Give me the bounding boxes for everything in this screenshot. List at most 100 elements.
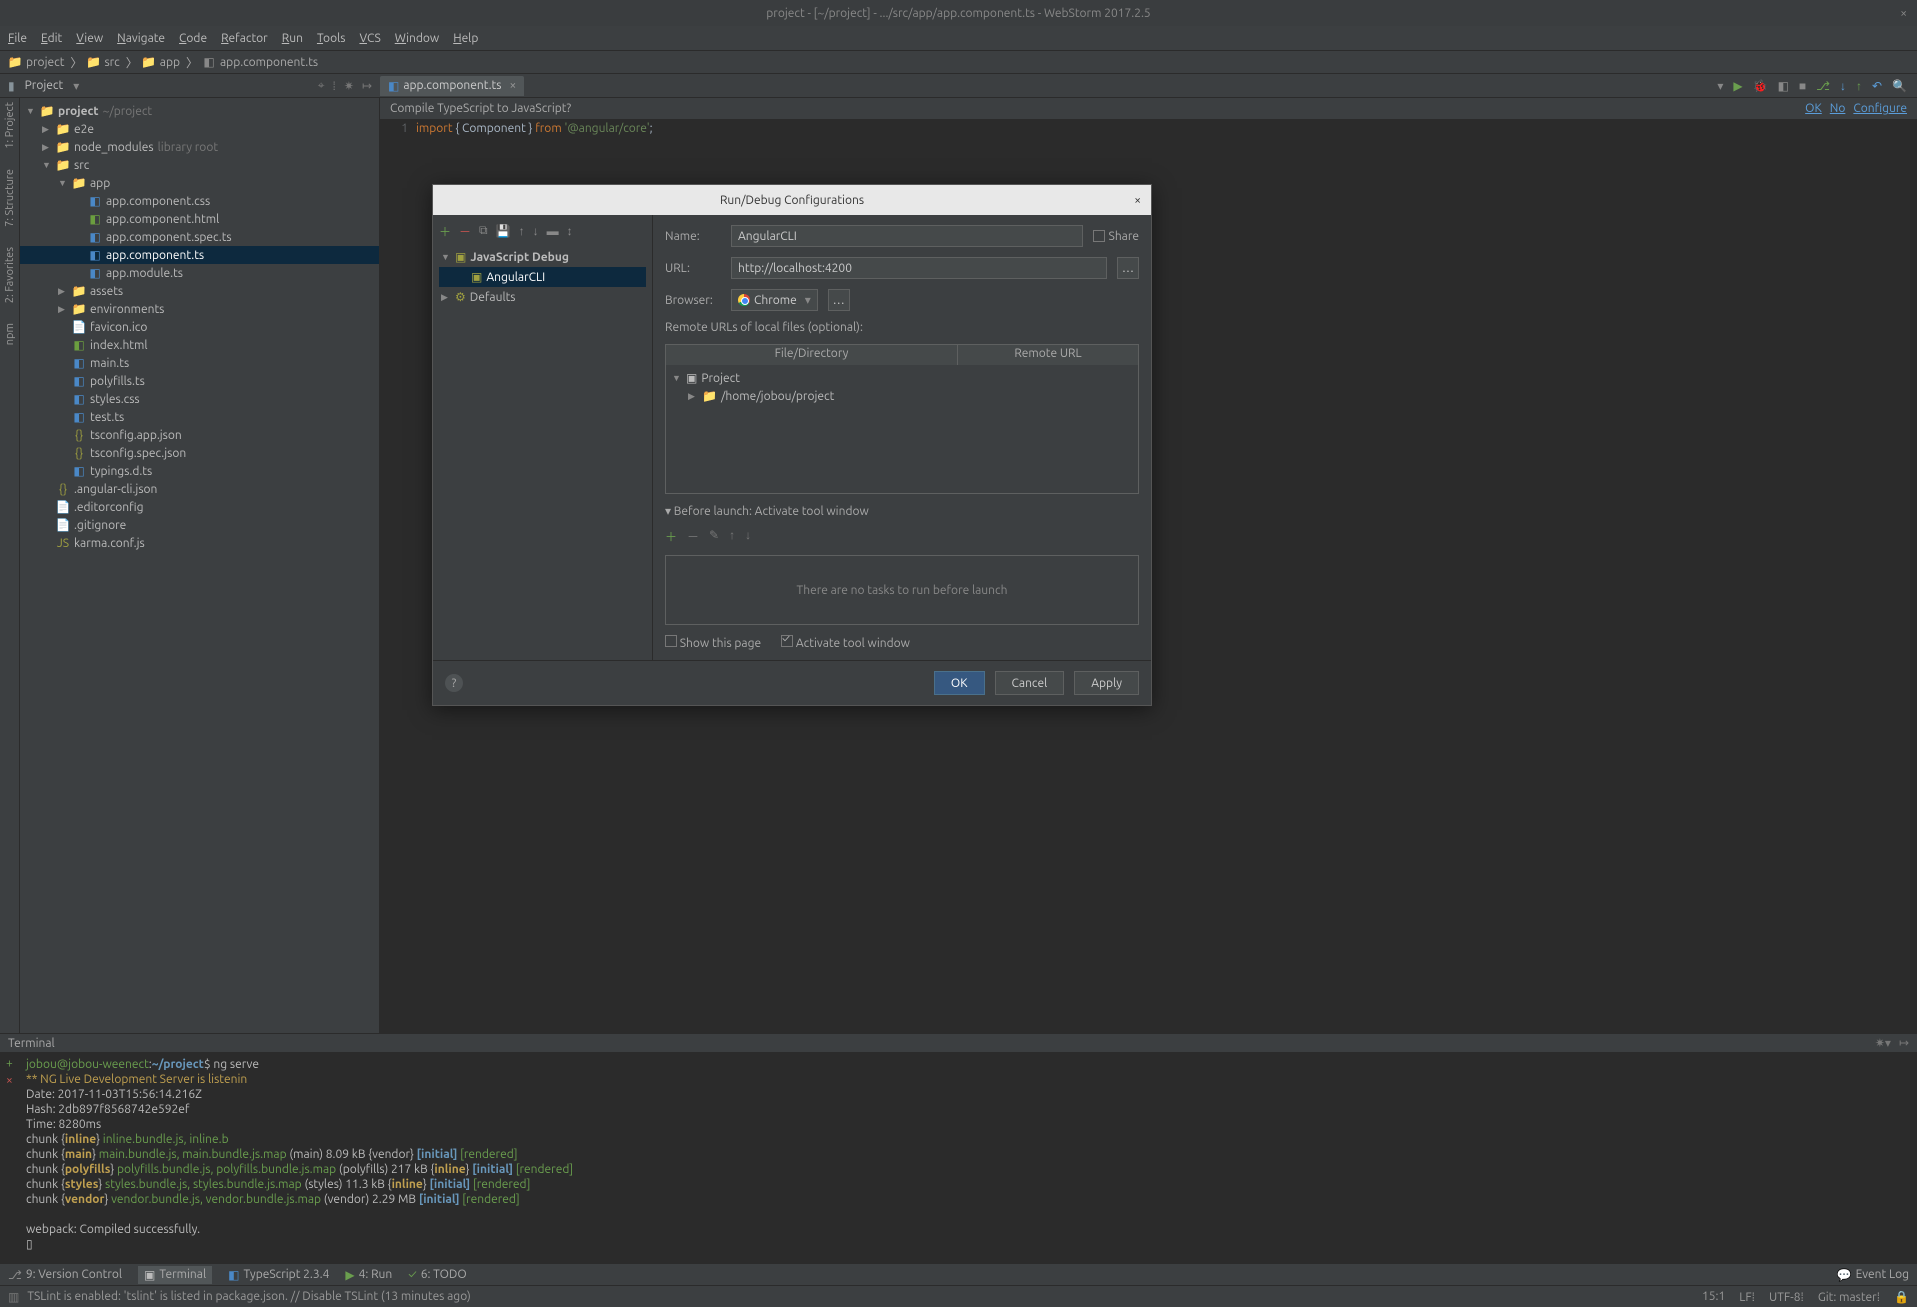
breadcrumb-project[interactable]: 📁project [8, 55, 64, 69]
dialog-close-icon[interactable]: × [1134, 194, 1141, 207]
event-log-button[interactable]: 💬Event Log [1837, 1268, 1909, 1282]
tool-6--todo[interactable]: ✓6: TODO [408, 1268, 466, 1281]
status-15-1[interactable]: 15:1 [1702, 1290, 1725, 1304]
window-close-icon[interactable]: × [1900, 7, 1907, 20]
tree-item--editorconfig[interactable]: 📄.editorconfig [20, 498, 379, 516]
folder-icon[interactable]: ▬ [547, 224, 559, 238]
tree-item-node-modules[interactable]: ▶📁node_modules library root [20, 138, 379, 156]
menu-vcs[interactable]: VCS [359, 32, 380, 45]
git-branch-icon[interactable]: ⎇ [1816, 79, 1830, 93]
before-launch-section[interactable]: ▾ Before launch: Activate tool window [665, 504, 1139, 518]
tool-typescript-2-3-4[interactable]: ◧TypeScript 2.3.4 [228, 1268, 329, 1282]
tree-item-tsconfig-app-json[interactable]: {}tsconfig.app.json [20, 426, 379, 444]
remote-row-project[interactable]: ▼▣Project [670, 369, 1134, 387]
tool-4--run[interactable]: ▶4: Run [345, 1268, 392, 1282]
menu-help[interactable]: Help [453, 32, 478, 45]
tree-item-styles-css[interactable]: ◧styles.css [20, 390, 379, 408]
menu-code[interactable]: Code [179, 32, 207, 45]
menu-navigate[interactable]: Navigate [117, 32, 165, 45]
lock-icon[interactable]: 🔒 [1894, 1290, 1909, 1304]
tree-item-karma-conf-js[interactable]: JSkarma.conf.js [20, 534, 379, 552]
target-icon[interactable]: ⌖ [318, 79, 325, 93]
apply-button[interactable]: Apply [1074, 671, 1139, 695]
tree-item-environments[interactable]: ▶📁environments [20, 300, 379, 318]
editor-tab-app-component[interactable]: ◧ app.component.ts × [380, 76, 524, 96]
debug-icon[interactable]: 🐞 [1753, 79, 1768, 93]
breadcrumb-app.component.ts[interactable]: 〉 ◧app.component.ts [186, 54, 318, 71]
git-push-icon[interactable]: ↑ [1856, 79, 1862, 93]
tool-9--version-control[interactable]: ⎇9: Version Control [8, 1268, 122, 1282]
compile-link-configure[interactable]: Configure [1853, 102, 1907, 115]
bl-down-icon[interactable]: ↓ [745, 528, 751, 545]
cancel-button[interactable]: Cancel [995, 671, 1065, 695]
bl-remove-icon[interactable]: － [687, 528, 699, 545]
compile-link-ok[interactable]: OK [1805, 102, 1822, 115]
bl-up-icon[interactable]: ↑ [729, 528, 735, 545]
project-view-icon[interactable]: ▮ [8, 79, 15, 93]
tree-item-app-component-ts[interactable]: ◧app.component.ts [20, 246, 379, 264]
collapse-icon[interactable]: ⁞ [333, 79, 336, 93]
coverage-icon[interactable]: ◧ [1778, 79, 1789, 93]
search-icon[interactable]: 🔍 [1892, 79, 1907, 93]
breadcrumb-src[interactable]: 〉 📁src [70, 54, 119, 71]
git-pull-icon[interactable]: ↓ [1840, 79, 1846, 93]
code-editor[interactable]: 1 import { Component } from '@angular/co… [380, 120, 1917, 135]
remove-config-icon[interactable]: － [459, 223, 471, 240]
name-input[interactable] [731, 225, 1083, 247]
menu-view[interactable]: View [76, 32, 103, 45]
browser-more-button[interactable]: … [828, 289, 850, 311]
terminal-panel[interactable]: + × jobou@jobou-weenect:~/project$ ng se… [0, 1053, 1917, 1263]
status-git--master-[interactable]: Git: master⁞ [1818, 1290, 1880, 1304]
menu-tools[interactable]: Tools [317, 32, 346, 45]
tree-item-app-module-ts[interactable]: ◧app.module.ts [20, 264, 379, 282]
share-checkbox[interactable] [1093, 230, 1105, 242]
help-icon[interactable]: ? [445, 674, 463, 692]
gear-icon[interactable]: ✷ [344, 79, 354, 93]
tree-item-app-component-css[interactable]: ◧app.component.css [20, 192, 379, 210]
tree-root[interactable]: ▼📁project ~/project [20, 102, 379, 120]
tree-item-typings-d-ts[interactable]: ◧typings.d.ts [20, 462, 379, 480]
activate-tool-window-check[interactable]: Activate tool window [781, 635, 910, 650]
copy-config-icon[interactable]: ⧉ [479, 224, 488, 238]
remote-row--home-jobou-project[interactable]: ▶📁/home/jobou/project [670, 387, 1134, 405]
tree-item-app[interactable]: ▼📁app [20, 174, 379, 192]
menu-file[interactable]: File [8, 32, 27, 45]
status-lf-[interactable]: LF⁞ [1739, 1290, 1755, 1304]
url-browse-button[interactable]: … [1117, 257, 1139, 279]
bl-edit-icon[interactable]: ✎ [709, 528, 719, 545]
dropdown-icon[interactable]: ▾ [73, 79, 79, 93]
hide-icon[interactable]: ↦ [362, 79, 372, 93]
add-config-icon[interactable]: ＋ [439, 223, 451, 240]
gutter-2--favorites[interactable]: 2: Favorites [4, 247, 16, 303]
tree-item-app-component-spec-ts[interactable]: ◧app.component.spec.ts [20, 228, 379, 246]
project-panel-title[interactable]: Project [25, 79, 64, 92]
gutter-npm[interactable]: npm [4, 323, 16, 345]
tree-item--angular-cli-json[interactable]: {}.angular-cli.json [20, 480, 379, 498]
tree-item-e2e[interactable]: ▶📁e2e [20, 120, 379, 138]
move-down-icon[interactable]: ↓ [533, 224, 539, 238]
tool-terminal[interactable]: ▣Terminal [138, 1266, 212, 1284]
tree-item-app-component-html[interactable]: ◧app.component.html [20, 210, 379, 228]
tree-item-favicon-ico[interactable]: 📄favicon.ico [20, 318, 379, 336]
undo-icon[interactable]: ↶ [1872, 79, 1882, 93]
browser-select[interactable]: Chrome ▾ [731, 289, 818, 311]
ok-button[interactable]: OK [934, 671, 985, 695]
cfg-defaults[interactable]: ▶⚙Defaults [439, 287, 646, 307]
terminal-gear-icon[interactable]: ✷▾ [1875, 1036, 1891, 1050]
tree-item-index-html[interactable]: ◧index.html [20, 336, 379, 354]
gutter-1--project[interactable]: 1: Project [4, 102, 16, 149]
remote-urls-table[interactable]: File/Directory Remote URL ▼▣Project▶📁/ho… [665, 344, 1139, 494]
tool-window-toggle-icon[interactable]: ▥ [8, 1290, 19, 1304]
terminal-close-icon[interactable]: × [6, 1074, 26, 1087]
terminal-hide-icon[interactable]: ↦ [1899, 1036, 1909, 1050]
stop-icon[interactable]: ■ [1799, 79, 1806, 93]
cfg-javascript-debug[interactable]: ▼▣JavaScript Debug [439, 247, 646, 267]
menu-window[interactable]: Window [395, 32, 439, 45]
tree-item--gitignore[interactable]: 📄.gitignore [20, 516, 379, 534]
expand-icon[interactable]: ↕ [567, 224, 573, 238]
terminal-tool-header[interactable]: Terminal ✷▾ ↦ [0, 1033, 1917, 1053]
run-config-dropdown[interactable]: ▾ [1717, 79, 1723, 93]
tree-item-tsconfig-spec-json[interactable]: {}tsconfig.spec.json [20, 444, 379, 462]
run-icon[interactable]: ▶ [1733, 79, 1742, 93]
terminal-add-icon[interactable]: + [6, 1057, 26, 1070]
